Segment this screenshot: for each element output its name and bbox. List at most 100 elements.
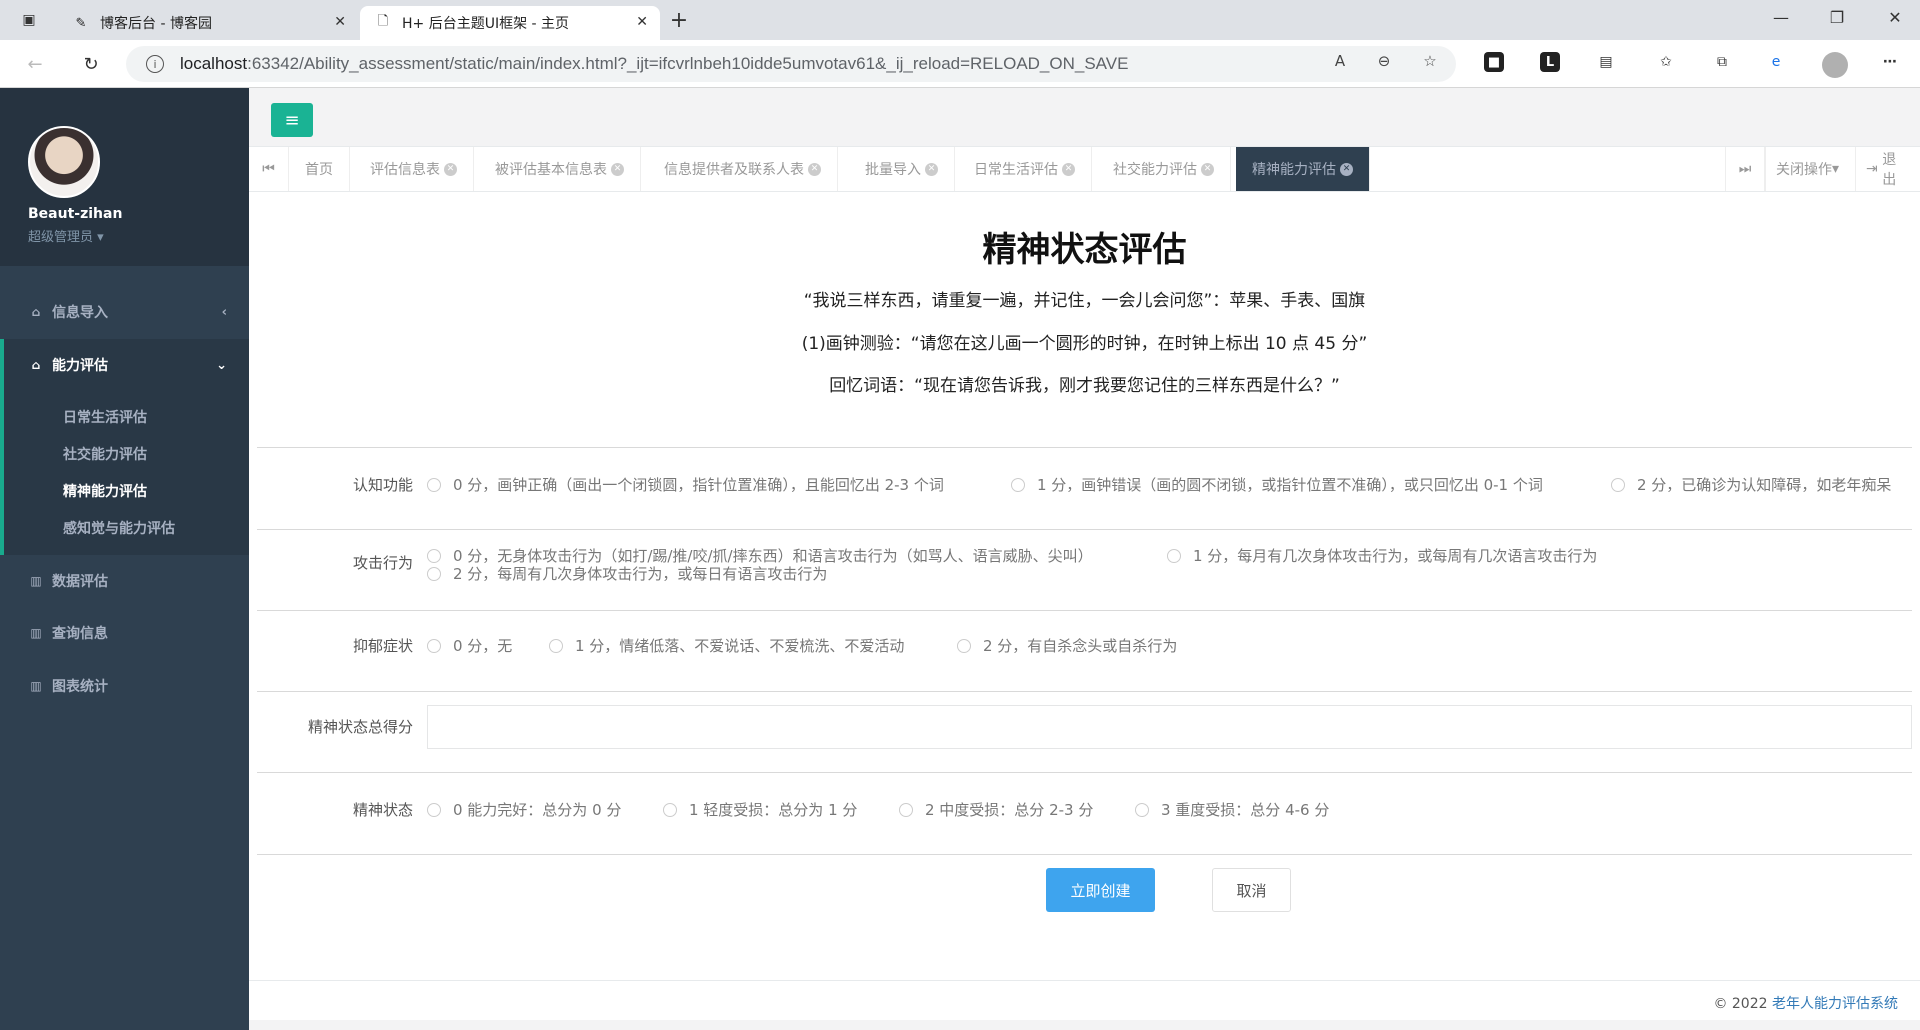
more-icon[interactable]: ⋯ [1878,50,1902,74]
status-option-1[interactable]: 1 轻度受损：总分为 1 分 [663,799,857,820]
sidebar-subitem-social[interactable]: 社交能力评估 [63,444,147,464]
address-bar-row: ← ↻ i localhost:63342/Ability_assessment… [0,40,1920,88]
browser-tab-title: 博客后台 - 博客园 [100,16,212,32]
radio-button[interactable] [899,802,913,817]
sidebar-item-data[interactable]: ▥ 数据评估 [0,555,249,607]
table-icon: ▥ [30,679,42,693]
extension-l-icon[interactable]: L [1540,52,1560,72]
depression-option-0[interactable]: 0 分，无 [427,635,512,656]
table-icon: ▥ [30,574,42,588]
cognitive-option-2[interactable]: 2 分，已确诊为认知障碍，如老年痴呆 [1611,474,1891,495]
extension-icon[interactable]: ■ [1484,52,1504,72]
aggression-option-2[interactable]: 2 分，每周有几次身体攻击行为，或每日有语言攻击行为 [427,563,827,584]
radio-button[interactable] [1011,477,1025,492]
radio-button[interactable] [427,548,441,563]
radio-button[interactable] [957,638,971,653]
depression-option-1[interactable]: 1 分，情绪低落、不爱说话、不爱梳洗、不爱活动 [549,635,904,656]
tab-actions-icon[interactable]: ▣ [18,9,40,31]
read-aloud-icon[interactable]: A [1328,49,1352,73]
favorite-add-icon[interactable]: ☆ [1418,49,1442,73]
cognitive-option-0[interactable]: 0 分，画钟正确（画出一个闭锁圆，指针位置准确），且能回忆出 2-3 个词 [427,474,944,495]
close-icon[interactable]: ✕ [1340,162,1353,176]
tab-provider-contact[interactable]: 信息提供者及联系人表 ✕ [648,147,838,191]
cognitive-option-1[interactable]: 1 分，画钟错误（画的圆不闭锁，或指针位置不准确），或只回忆出 0-1 个词 [1011,474,1543,495]
caret-down-icon: ▾ [1832,161,1840,177]
radio-button[interactable] [427,638,441,653]
reload-icon[interactable]: ↻ [78,52,104,76]
radio-button[interactable] [549,638,563,653]
browser-tab-blog[interactable]: ✎ 博客后台 - 博客园 ✕ [58,6,358,40]
back-icon[interactable]: ← [22,52,48,76]
chevron-down-icon: ⌄ [216,357,227,373]
tab-assessee-basic[interactable]: 被评估基本信息表 ✕ [479,147,641,191]
tab-assessment-info[interactable]: 评估信息表 ✕ [354,147,474,191]
close-icon[interactable]: ✕ [444,162,457,176]
total-score-input[interactable] [427,705,1912,749]
sidebar-item-import[interactable]: ⌂ 信息导入 ‹ [0,286,249,338]
close-icon[interactable]: ✕ [925,162,938,176]
user-name[interactable]: Beaut-zihan [28,206,122,222]
radio-button[interactable] [427,566,441,581]
window-close-icon[interactable]: ✕ [1880,8,1910,27]
user-role-dropdown[interactable]: 超级管理员 ▾ [28,226,104,245]
edge-icon[interactable]: e [1764,50,1788,74]
restore-icon[interactable]: ❐ [1822,8,1852,27]
logout-button[interactable]: ⇥ 退出 [1855,147,1920,191]
tab-mental[interactable]: 精神能力评估 ✕ [1236,147,1370,191]
cancel-button[interactable]: 取消 [1212,868,1291,912]
page-title: 精神状态评估 [982,230,1187,270]
collections-icon[interactable]: ⧉ [1710,50,1734,74]
close-icon[interactable]: ✕ [808,162,821,176]
radio-button[interactable] [663,802,677,817]
close-icon[interactable]: ✕ [636,14,648,30]
sidebar-subitem-mental[interactable]: 精神能力评估 [63,481,147,501]
radio-button[interactable] [1135,802,1149,817]
radio-button[interactable] [1167,548,1181,563]
system-link[interactable]: 老年人能力评估系统 [1772,996,1898,1012]
aggression-option-1[interactable]: 1 分，每月有几次身体攻击行为，或每周有几次语言攻击行为 [1167,545,1597,566]
home-icon: ⌂ [31,358,41,372]
status-option-2[interactable]: 2 中度受损：总分 2-3 分 [899,799,1093,820]
close-icon[interactable]: ✕ [611,162,624,176]
avatar[interactable] [28,126,100,198]
tabs-scroll-right-icon[interactable]: ⏭ [1725,147,1765,191]
close-icon[interactable]: ✕ [1062,162,1075,176]
tab-daily-life[interactable]: 日常生活评估 ✕ [958,147,1092,191]
sidebar: Beaut-zihan 超级管理员 ▾ ⌂ 信息导入 ‹ ⌂ 能力评估 ⌄ 日常… [0,88,249,1030]
sidebar-item-charts[interactable]: ▥ 图表统计 [0,660,249,712]
sidebar-item-assessment[interactable]: ⌂ 能力评估 ⌄ [0,339,249,391]
status-option-0[interactable]: 0 能力完好：总分为 0 分 [427,799,621,820]
depression-option-2[interactable]: 2 分，有自杀念头或自杀行为 [957,635,1177,656]
submit-button[interactable]: 立即创建 [1046,868,1155,912]
total-score-label: 精神状态总得分 [307,718,413,736]
instruction-line: (1)画钟测验：“请您在这儿画一个圆形的时钟，在时钟上标出 10 点 45 分” [801,334,1368,354]
zoom-icon[interactable]: ⊖ [1372,49,1396,73]
close-icon[interactable]: ✕ [334,14,346,30]
radio-button[interactable] [1611,477,1625,492]
browser-tab-main[interactable]: 🗋 H+ 后台主题UI框架 - 主页 ✕ [360,6,660,40]
minimize-icon[interactable]: — [1766,8,1796,27]
sidebar-subitem-sensory[interactable]: 感知觉与能力评估 [63,518,175,538]
blog-favicon-icon: ✎ [75,15,87,31]
tab-home[interactable]: 首页 [289,147,350,191]
radio-button[interactable] [427,477,441,492]
profile-avatar[interactable] [1822,52,1848,78]
extension-doc-icon[interactable]: ▤ [1594,50,1618,74]
close-operations-dropdown[interactable]: 关闭操作 ▾ [1765,147,1849,191]
divider [257,772,1912,773]
cognitive-label: 认知功能 [352,476,413,494]
status-option-3[interactable]: 3 重度受损：总分 4-6 分 [1135,799,1329,820]
tab-social[interactable]: 社交能力评估 ✕ [1097,147,1231,191]
sidebar-item-query[interactable]: ▥ 查询信息 [0,607,249,659]
menu-toggle-button[interactable]: ≡ [271,103,313,137]
sidebar-subitem-daily[interactable]: 日常生活评估 [63,407,147,427]
url-field[interactable]: i localhost:63342/Ability_assessment/sta… [126,46,1456,82]
tab-batch-import[interactable]: 批量导入 ✕ [849,147,955,191]
tabs-scroll-left-icon[interactable]: ⏮ [249,147,289,191]
favorites-icon[interactable]: ✩ [1654,50,1678,74]
divider [257,529,1912,530]
new-tab-icon[interactable]: + [668,8,690,33]
info-icon[interactable]: i [146,55,164,73]
close-icon[interactable]: ✕ [1201,162,1214,176]
radio-button[interactable] [427,802,441,817]
